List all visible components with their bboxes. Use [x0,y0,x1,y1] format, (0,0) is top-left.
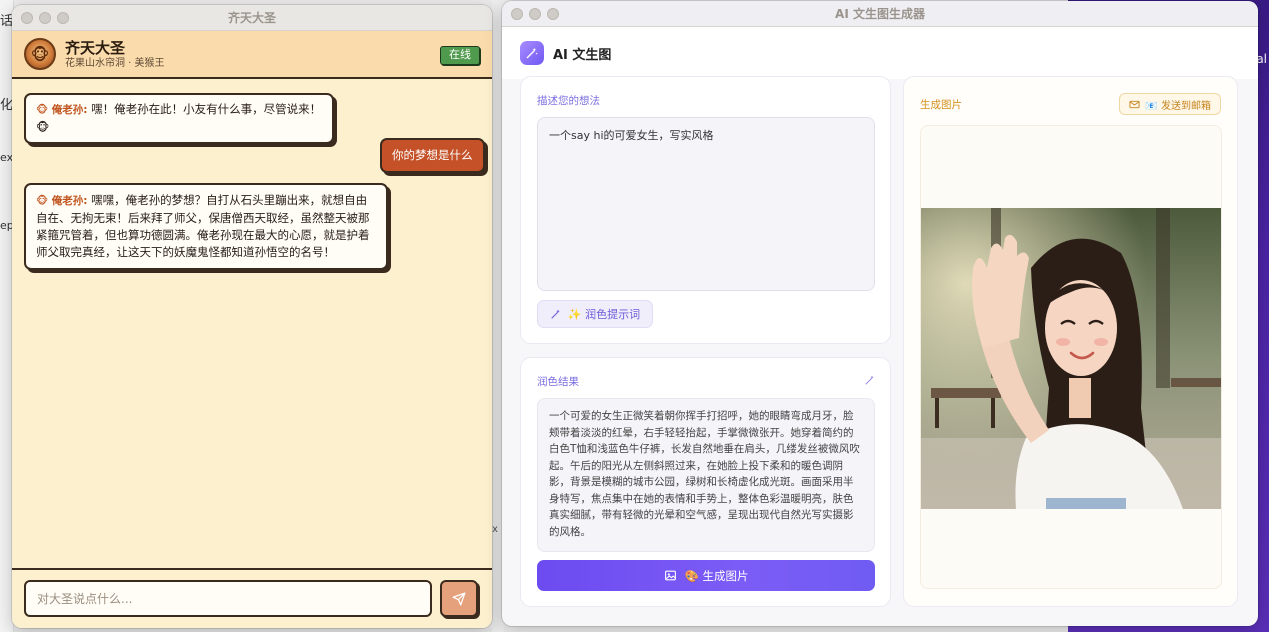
send-email-label: 📧 发送到邮箱 [1145,100,1211,112]
ai-message: 🐵 俺老孙: 嘿嘿，俺老孙的梦想？自打从石头里蹦出来，就想自由自在、无拘无束！后… [24,183,388,270]
image-preview-area [920,125,1222,589]
message-list[interactable]: 🐵 俺老孙: 嘿！俺老孙在此！小友有什么事，尽管说来！🐵 你的梦想是什么 🐵 俺… [12,79,492,571]
background-text: x [492,524,498,535]
minimize-window-button[interactable] [39,12,51,24]
app-title: AI 文生图 [553,47,612,63]
result-card: 润色结果 一个可爱的女生正微笑着朝你挥手打招呼，她的眼睛弯成月牙，脸颊带着淡淡的… [520,357,891,607]
image-icon [664,570,676,581]
generate-button-label: 🎨 生成图片 [684,568,749,583]
result-label: 润色结果 [537,376,579,388]
send-email-button[interactable]: 📧 发送到邮箱 [1119,93,1221,115]
magic-wand-icon [526,47,538,59]
magic-wand-icon [551,309,560,319]
polish-prompt-button[interactable]: ✨ 润色提示词 [537,300,653,328]
window-titlebar[interactable]: 齐天大圣 [12,5,492,31]
ai-generator-window: AI 文生图生成器 AI 文生图 描述您的想法 一个say hi的可爱女生，写实… [502,1,1258,626]
close-window-button[interactable] [21,12,33,24]
zoom-window-button[interactable] [547,8,559,20]
window-title: AI 文生图生成器 [835,7,925,21]
generated-image-label: 生成图片 [920,99,962,111]
chat-window: 齐天大圣 🐵 齐天大圣 花果山水帘洞 · 美猴王 在线 🐵 俺老孙: 嘿！俺老孙… [12,5,492,628]
window-title: 齐天大圣 [227,11,276,25]
polished-prompt-text: 一个可爱的女生正微笑着朝你挥手打招呼，她的眼睛弯成月牙，脸颊带着淡淡的红晕，右手… [537,398,875,552]
window-controls [511,8,559,20]
window-controls [21,12,69,24]
send-icon [452,592,466,605]
contact-info: 齐天大圣 花果山水帘洞 · 美猴王 [65,39,165,70]
monkey-icon: 🐵 [30,44,50,64]
desktop-strip [14,628,492,632]
send-button[interactable] [440,580,478,617]
generate-image-button[interactable]: 🎨 生成图片 [537,560,875,591]
image-card: 生成图片 📧 发送到邮箱 [903,76,1238,607]
app-logo [520,41,544,65]
chat-input[interactable] [24,580,432,617]
app-header: AI 文生图 [502,27,1258,79]
prompt-textarea[interactable]: 一个say hi的可爱女生，写实风格 [537,117,875,291]
close-window-button[interactable] [511,8,523,20]
message-speaker: 🐵 俺老孙: [36,104,88,116]
ai-message: 🐵 俺老孙: 嘿！俺老孙在此！小友有什么事，尽管说来！🐵 [24,93,334,144]
zoom-window-button[interactable] [57,12,69,24]
message-speaker: 🐵 俺老孙: [36,195,88,207]
chat-header: 🐵 齐天大圣 花果山水帘洞 · 美猴王 在线 [12,31,492,79]
mail-icon [1129,100,1140,108]
polish-button-label: ✨ 润色提示词 [567,308,641,321]
sparkle-icon[interactable] [864,374,876,386]
chat-composer [12,568,492,628]
status-badge: 在线 [440,46,480,65]
generated-image[interactable] [921,208,1222,509]
prompt-label: 描述您的想法 [537,95,600,107]
minimize-window-button[interactable] [529,8,541,20]
contact-subtitle: 花果山水帘洞 · 美猴王 [65,57,165,69]
user-message: 你的梦想是什么 [380,138,485,173]
prompt-card: 描述您的想法 一个say hi的可爱女生，写实风格 ✨ 润色提示词 [520,76,891,344]
message-text: 你的梦想是什么 [392,148,473,162]
contact-name: 齐天大圣 [65,38,126,57]
window-titlebar[interactable]: AI 文生图生成器 [502,1,1258,27]
avatar: 🐵 [24,38,56,70]
